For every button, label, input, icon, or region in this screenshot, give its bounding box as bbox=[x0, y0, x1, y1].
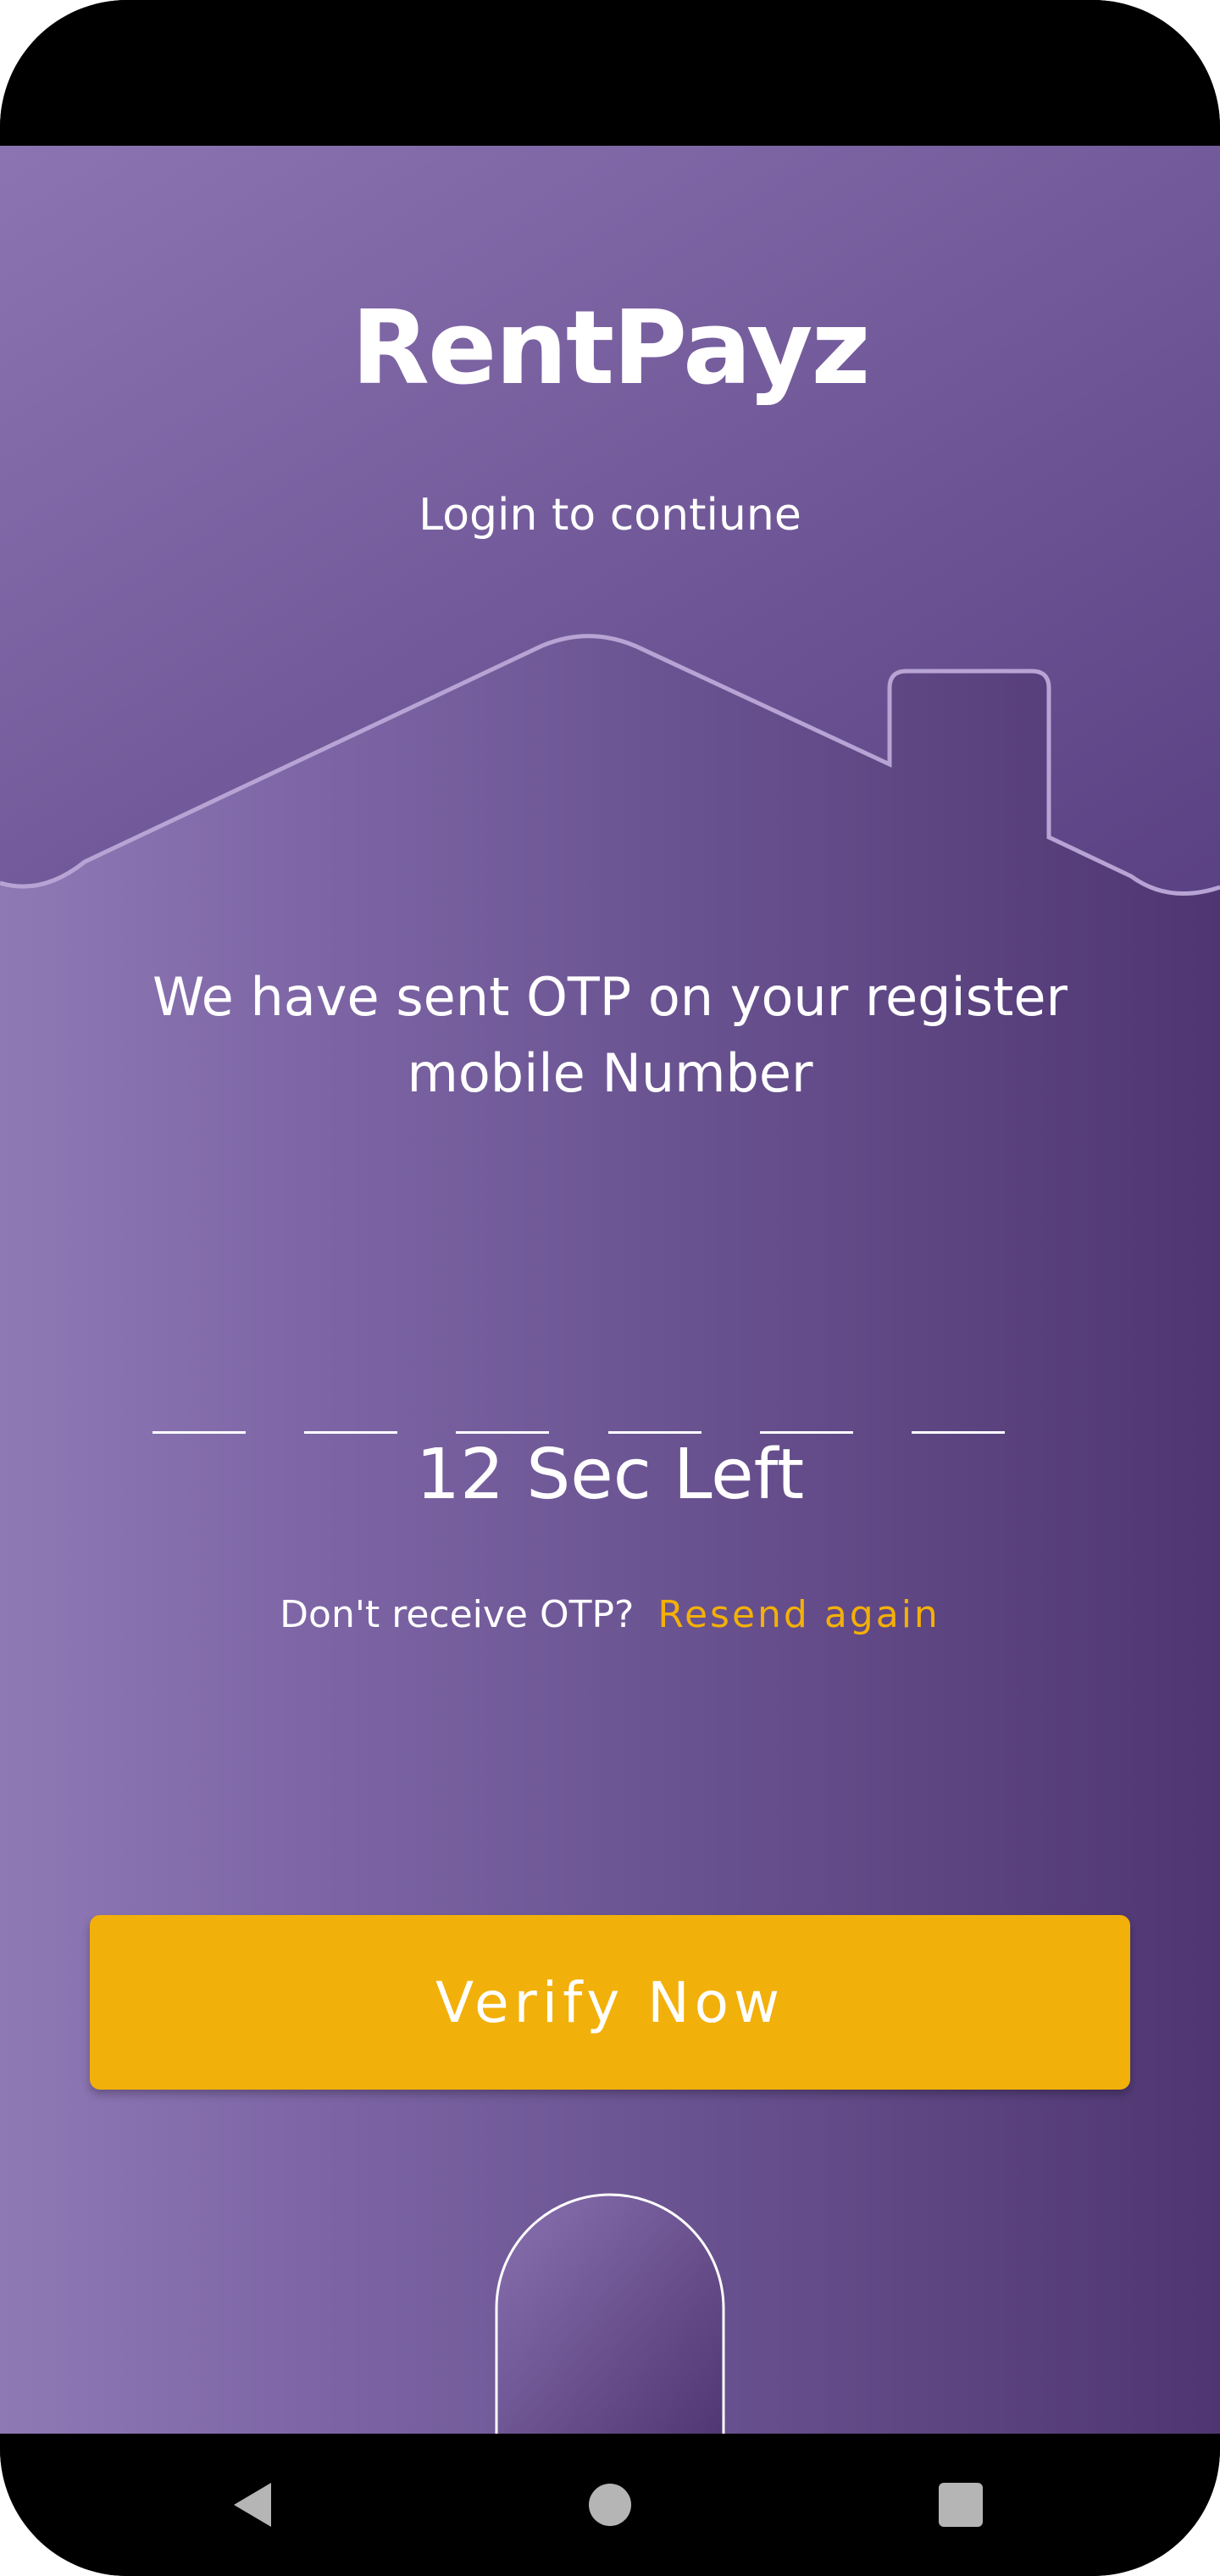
system-navigation-bar bbox=[0, 2434, 1220, 2576]
otp-digit-2[interactable] bbox=[304, 1315, 397, 1434]
status-bar bbox=[0, 0, 1220, 146]
recents-square-icon[interactable] bbox=[893, 2434, 1029, 2576]
otp-digit-6[interactable] bbox=[912, 1315, 1005, 1434]
otp-digit-4[interactable] bbox=[608, 1315, 702, 1434]
otp-screen: RentPayz Login to contiune We have sent … bbox=[0, 146, 1220, 2434]
otp-digit-5[interactable] bbox=[760, 1315, 853, 1434]
otp-countdown-timer: 12 Sec Left bbox=[415, 1435, 805, 1515]
door-decoration bbox=[495, 2193, 725, 2434]
otp-digit-1[interactable] bbox=[152, 1315, 246, 1434]
home-circle-icon[interactable] bbox=[542, 2434, 678, 2576]
otp-input-group bbox=[152, 1315, 1017, 1434]
resend-label: Don't receive OTP? bbox=[280, 1593, 635, 1636]
app-subtitle: Login to contiune bbox=[419, 490, 801, 541]
otp-digit-3[interactable] bbox=[456, 1315, 549, 1434]
resend-otp-link[interactable]: Resend again bbox=[657, 1593, 940, 1636]
app-title: RentPayz bbox=[351, 290, 871, 408]
otp-message: We have sent OTP on your register mobile… bbox=[152, 966, 1068, 1104]
back-triangle-icon[interactable] bbox=[186, 2434, 322, 2576]
resend-row: Don't receive OTP? Resend again bbox=[0, 1596, 1220, 1634]
verify-now-button[interactable]: Verify Now bbox=[90, 1915, 1130, 2090]
phone-frame: RentPayz Login to contiune We have sent … bbox=[0, 0, 1220, 2576]
